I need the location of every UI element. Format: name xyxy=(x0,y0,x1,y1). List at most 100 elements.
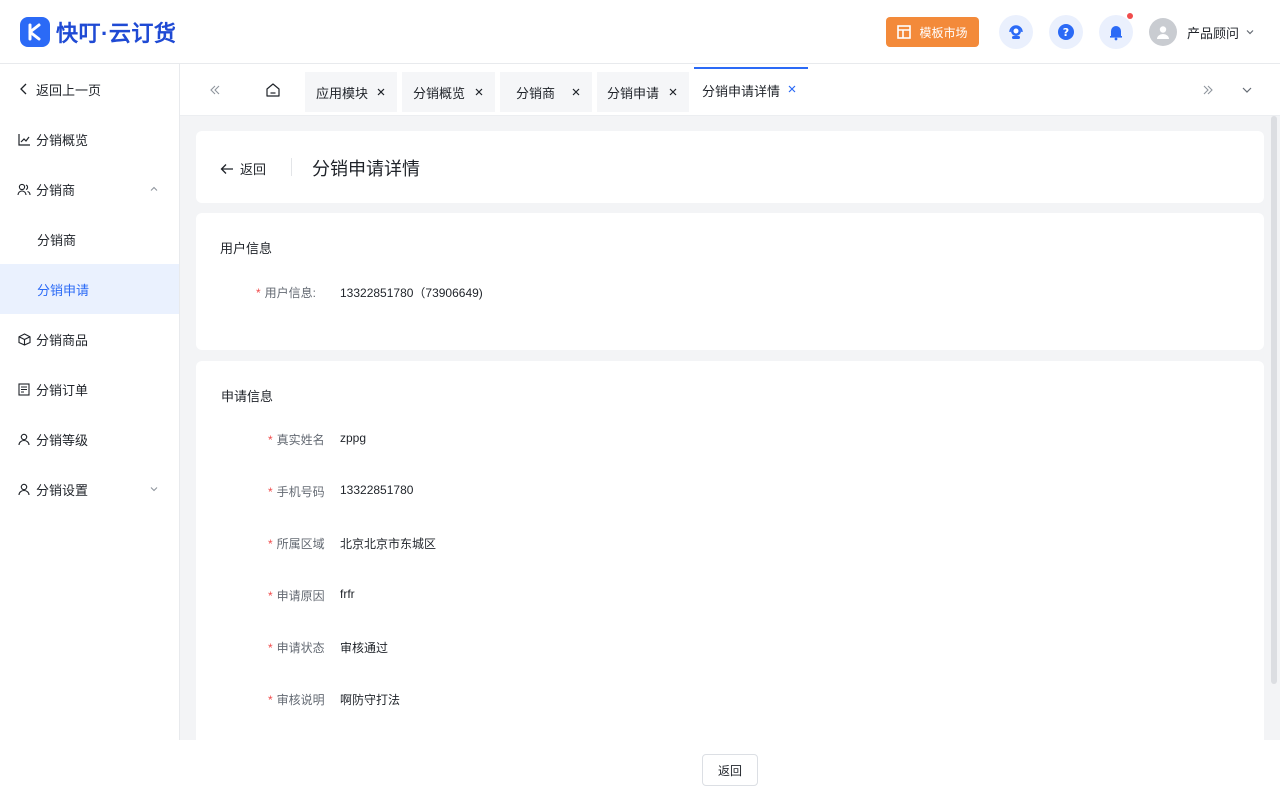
sidebar-item-overview[interactable]: 分销概览 xyxy=(0,114,179,164)
close-icon[interactable] xyxy=(375,86,387,98)
order-icon xyxy=(17,382,31,396)
sidebar-item-label: 分销商 xyxy=(36,182,76,198)
sidebar-item-distribution-apply[interactable]: 分销申请 xyxy=(0,264,179,314)
user-name: 产品顾问 xyxy=(1187,25,1240,41)
sidebar-item-label: 分销订单 xyxy=(36,382,89,398)
avatar xyxy=(1149,18,1177,46)
template-market-button[interactable]: 模板市场 xyxy=(886,17,979,47)
home-icon xyxy=(266,83,280,97)
tabs-scroll-right-button[interactable] xyxy=(1195,64,1221,116)
chevron-down-icon xyxy=(1246,30,1254,35)
tab-distribution-apply-detail[interactable]: 分销申请详情 xyxy=(694,67,808,112)
chevron-down-icon xyxy=(1242,87,1252,93)
page-title: 分销申请详情 xyxy=(312,159,420,179)
headset-icon xyxy=(1009,25,1023,39)
back-link[interactable]: 返回 xyxy=(220,159,266,178)
user-settings-icon xyxy=(17,482,31,496)
close-icon[interactable] xyxy=(473,86,485,98)
section-title: 用户信息 xyxy=(220,241,273,256)
user-icon xyxy=(17,432,31,446)
tab-distributor[interactable]: 分销商 xyxy=(500,72,592,112)
logo-icon xyxy=(20,17,50,47)
template-market-label: 模板市场 xyxy=(919,25,968,40)
region-label: * 所属区域 xyxy=(268,536,325,552)
tab-distribution-apply[interactable]: 分销申请 xyxy=(597,72,689,112)
footer-bar: 返回 xyxy=(0,740,1280,800)
chevron-down-icon xyxy=(150,487,158,492)
user-info-field: * 用户信息: xyxy=(256,284,316,301)
box-icon xyxy=(17,332,31,346)
close-icon[interactable] xyxy=(570,86,582,98)
sidebar-item-distributor-list[interactable]: 分销商 xyxy=(0,214,179,264)
status-value: 审核通过 xyxy=(340,641,389,655)
close-icon[interactable] xyxy=(786,83,798,95)
required-mark: * xyxy=(256,285,261,300)
tab-app-modules[interactable]: 应用模块 xyxy=(305,72,397,112)
tabs-bar: 应用模块 分销概览 分销商 分销申请 分销申请详情 xyxy=(180,64,1280,116)
sidebar-item-products[interactable]: 分销商品 xyxy=(0,314,179,364)
tab-label: 应用模块 xyxy=(316,85,369,101)
divider xyxy=(291,158,292,176)
sidebar-item-label: 分销商品 xyxy=(36,332,89,348)
chevron-left-icon xyxy=(17,82,31,96)
field-value: 13322851780（73906649) xyxy=(340,286,483,300)
reason-label: * 申请原因 xyxy=(268,588,325,604)
sidebar-item-label: 分销商 xyxy=(37,232,77,248)
real-name-label: * 真实姓名 xyxy=(268,432,325,448)
review-note-label: * 审核说明 xyxy=(268,692,325,708)
help-icon: ? xyxy=(1058,24,1074,40)
footer-back-button[interactable]: 返回 xyxy=(702,754,758,786)
sidebar-back[interactable]: 返回上一页 xyxy=(0,64,179,114)
tabs-scroll-left-button[interactable] xyxy=(202,64,228,116)
user-avatar-icon xyxy=(1157,26,1169,39)
double-chevron-right-icon xyxy=(1203,85,1213,95)
double-chevron-left-icon xyxy=(210,85,220,95)
users-icon xyxy=(17,182,31,196)
tab-distribution-overview[interactable]: 分销概览 xyxy=(402,72,495,112)
apply-info-card: 申请信息 * 真实姓名 zppg * 手机号码 13322851780 * 所属区域 … xyxy=(196,361,1264,740)
user-menu[interactable]: 产品顾问 xyxy=(1149,18,1255,46)
field-label: 用户信息: xyxy=(264,286,317,300)
help-button[interactable]: ? xyxy=(1049,15,1083,49)
trend-icon xyxy=(17,132,31,146)
sidebar-item-orders[interactable]: 分销订单 xyxy=(0,364,179,414)
svg-text:?: ? xyxy=(1063,26,1069,39)
bell-icon xyxy=(1110,26,1122,41)
notification-dot xyxy=(1127,13,1133,19)
sidebar-back-label: 返回上一页 xyxy=(36,82,102,98)
app-logo[interactable]: 快叮·云订货 xyxy=(20,16,176,48)
template-icon xyxy=(897,25,912,39)
section-title: 申请信息 xyxy=(221,389,274,404)
tab-label: 分销申请详情 xyxy=(702,84,781,99)
phone-label: * 手机号码 xyxy=(268,484,325,500)
real-name-value: zppg xyxy=(340,431,367,445)
tab-label: 分销商 xyxy=(516,85,556,101)
sidebar-item-levels[interactable]: 分销等级 xyxy=(0,414,179,464)
sidebar-item-label: 分销概览 xyxy=(36,132,89,148)
arrow-left-icon xyxy=(220,163,233,174)
phone-value: 13322851780 xyxy=(340,483,414,497)
sidebar: 返回上一页 分销概览 分销商 分销商 分销申请 分销商品 分销订单 分销等级 分… xyxy=(0,64,180,740)
sidebar-item-label: 分销设置 xyxy=(36,482,89,498)
notification-button[interactable] xyxy=(1099,13,1133,49)
top-header: 快叮·云订货 模板市场 ? 产品顾问 xyxy=(0,0,1280,64)
sidebar-group-settings[interactable]: 分销设置 xyxy=(0,464,179,514)
sidebar-item-label: 分销等级 xyxy=(36,432,89,448)
tab-label: 分销申请 xyxy=(607,85,660,101)
chevron-up-icon xyxy=(150,186,158,191)
customer-service-button[interactable] xyxy=(999,15,1033,49)
region-value: 北京北京市东城区 xyxy=(340,537,437,551)
close-icon[interactable] xyxy=(667,86,679,98)
status-label: * 申请状态 xyxy=(268,640,325,656)
home-tab[interactable] xyxy=(260,64,286,116)
back-link-label: 返回 xyxy=(240,162,267,177)
page-header-card: 返回 分销申请详情 xyxy=(196,131,1264,203)
tab-label: 分销概览 xyxy=(413,85,466,101)
user-info-card: 用户信息 * 用户信息: 13322851780（73906649) xyxy=(196,213,1264,350)
sidebar-group-distributor[interactable]: 分销商 xyxy=(0,164,179,214)
sidebar-item-label: 分销申请 xyxy=(37,282,90,298)
tabs-menu-button[interactable] xyxy=(1234,64,1260,116)
reason-value: frfr xyxy=(340,587,355,601)
scrollbar[interactable] xyxy=(1271,116,1277,684)
user-info-value: 13322851780（73906649) xyxy=(340,284,483,301)
